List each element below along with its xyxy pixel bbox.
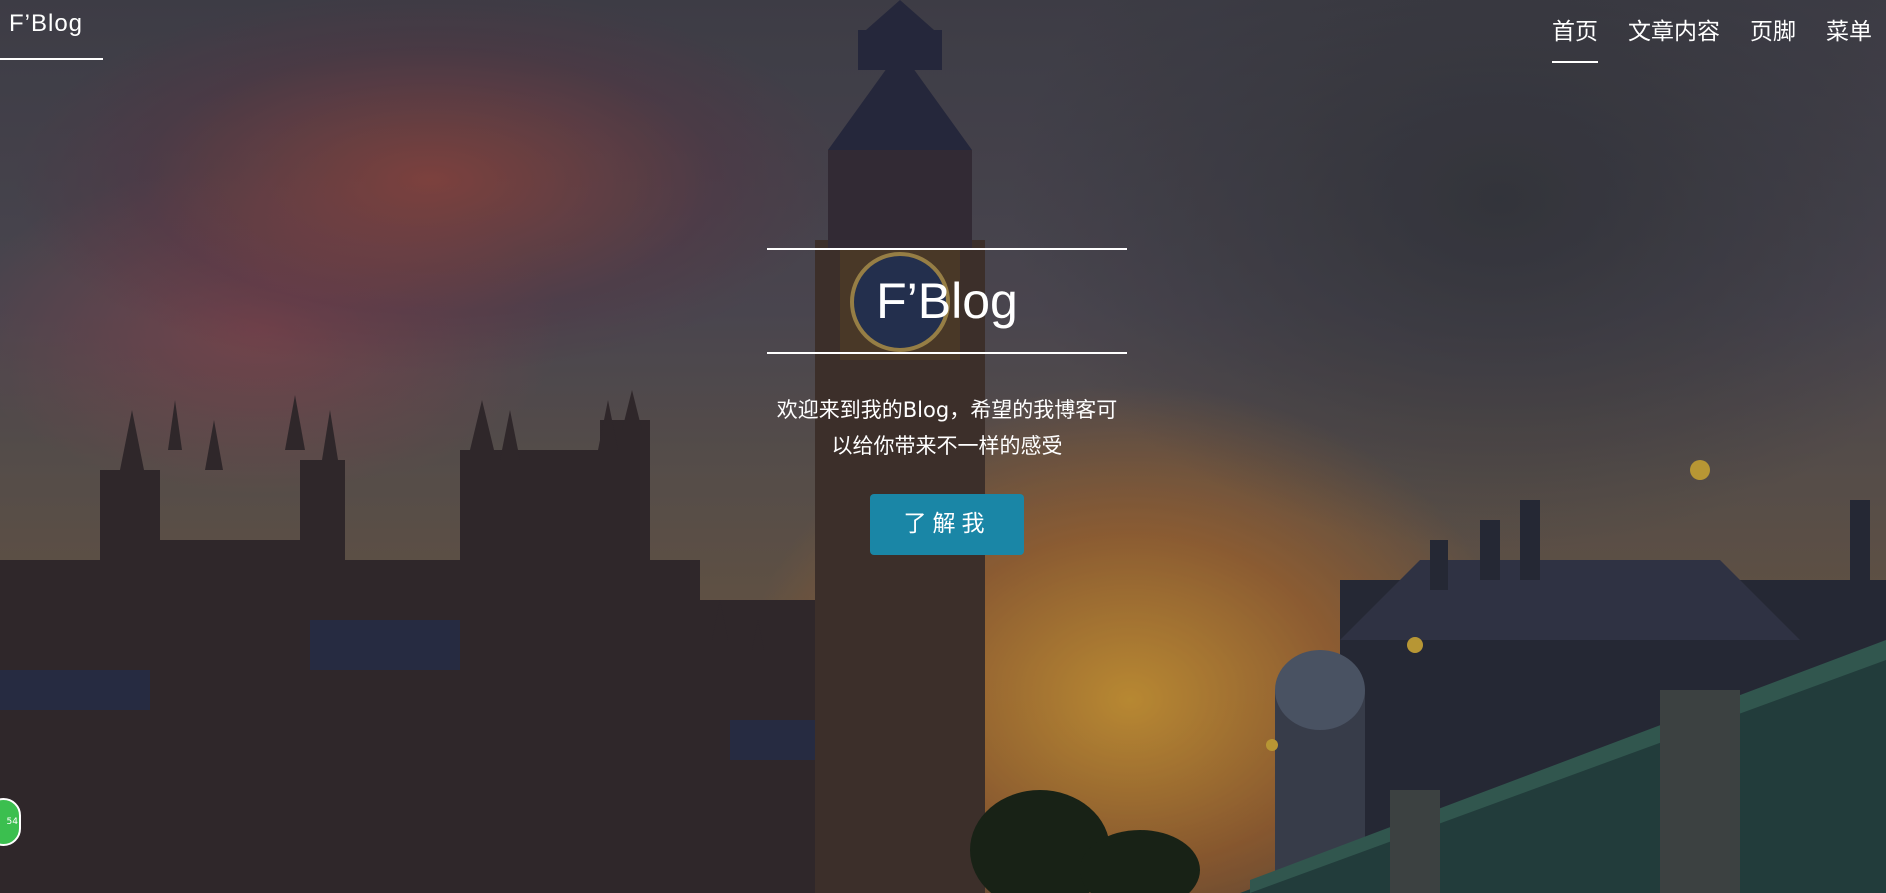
learn-more-button[interactable]: 了解我 bbox=[870, 494, 1024, 555]
hero-subtitle: 欢迎来到我的Blog，希望的我博客可 以给你带来不一样的感受 bbox=[767, 392, 1127, 464]
nav-item-articles[interactable]: 文章内容 bbox=[1628, 12, 1720, 46]
top-nav: 首页 文章内容 页脚 菜单 bbox=[1552, 12, 1872, 63]
hero-title: F’Blog bbox=[876, 273, 1018, 329]
hero-content: F’Blog 欢迎来到我的Blog，希望的我博客可 以给你带来不一样的感受 了解… bbox=[767, 248, 1127, 555]
brand-underline bbox=[0, 58, 103, 60]
title-rule-bottom bbox=[767, 352, 1127, 354]
nav-item-home[interactable]: 首页 bbox=[1552, 12, 1598, 63]
hero-subtitle-line1: 欢迎来到我的Blog，希望的我博客可 bbox=[776, 398, 1118, 422]
nav-item-menu[interactable]: 菜单 bbox=[1826, 12, 1872, 46]
nav-item-footer[interactable]: 页脚 bbox=[1750, 12, 1796, 46]
hero-subtitle-line2: 以给你带来不一样的感受 bbox=[831, 434, 1063, 458]
hero-section: F’Blog 首页 文章内容 页脚 菜单 F’Blog 欢迎来到我的Blog，希… bbox=[0, 0, 1886, 893]
brand-logo[interactable]: F’Blog bbox=[9, 10, 83, 38]
floating-badge[interactable]: 54 bbox=[0, 798, 21, 846]
